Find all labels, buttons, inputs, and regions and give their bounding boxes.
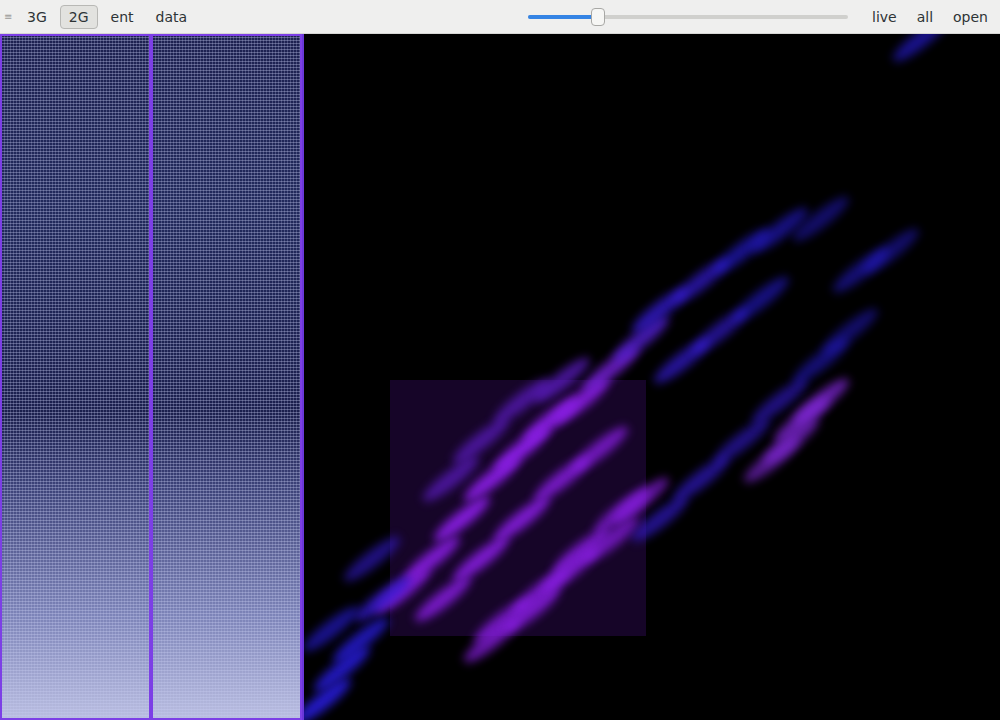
action-button[interactable]: live [864, 6, 905, 28]
plot-point [728, 271, 793, 327]
plot-point [818, 304, 883, 360]
plot-point [859, 223, 924, 279]
action-button[interactable]: all [909, 6, 941, 28]
plot-point [889, 34, 954, 67]
mode-button[interactable]: 2G [60, 5, 98, 29]
mode-button[interactable]: data [147, 5, 197, 29]
slider-fill [528, 15, 598, 19]
action-button[interactable]: open [945, 6, 996, 28]
drag-handle-icon[interactable]: ≡ [4, 9, 14, 24]
digram-plot [302, 34, 1000, 720]
zoom-slider[interactable] [528, 15, 848, 19]
mode-button[interactable]: 3G [18, 5, 56, 29]
hex-column [2, 36, 149, 718]
hex-view [0, 34, 302, 720]
toolbar: ≡ 3G2Gentdata liveallopen [0, 0, 1000, 34]
mode-button[interactable]: ent [102, 5, 143, 29]
app-window: ≡ 3G2Gentdata liveallopen [0, 0, 1000, 720]
hex-column [153, 36, 300, 718]
slider-knob[interactable] [591, 8, 605, 26]
